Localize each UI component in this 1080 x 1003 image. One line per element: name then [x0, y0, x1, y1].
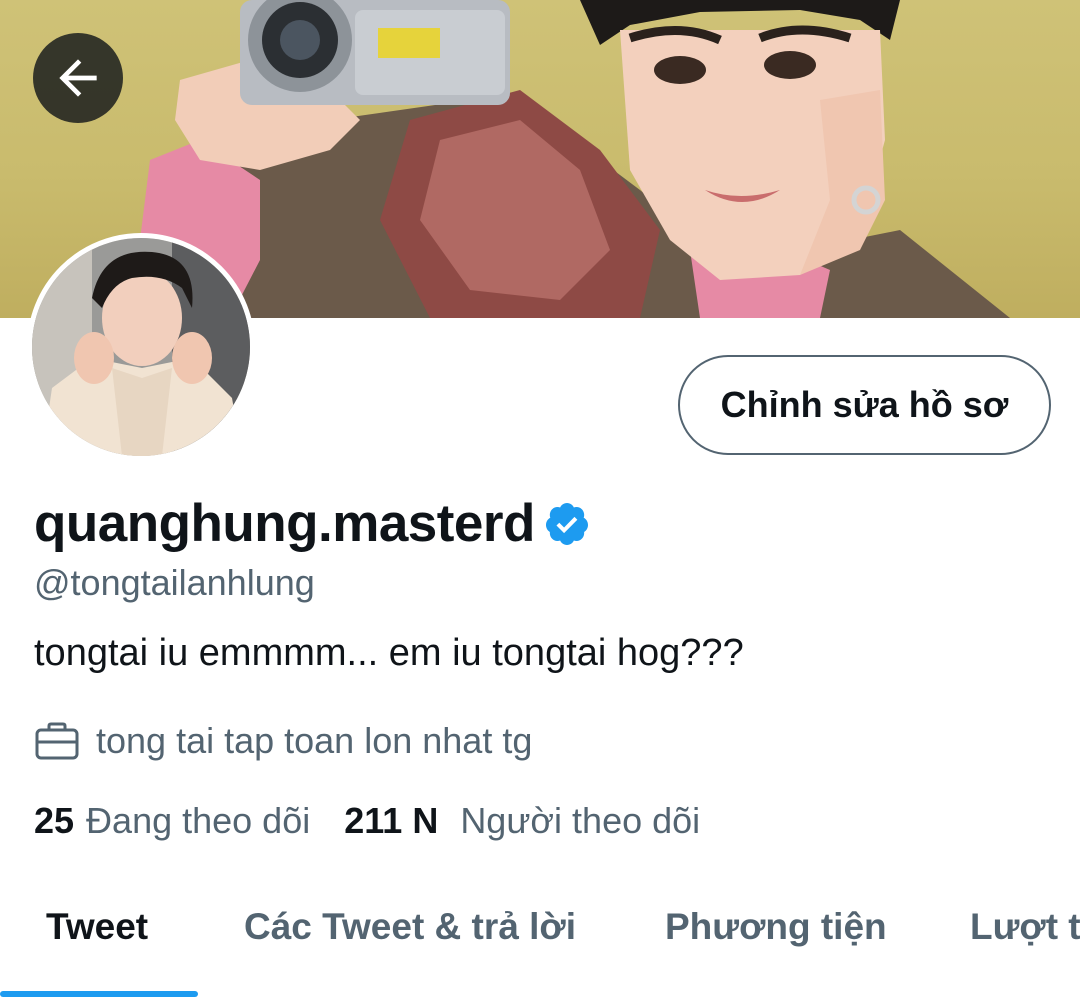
- back-button[interactable]: [33, 33, 123, 123]
- following-link[interactable]: 25 Đang theo dõi: [34, 800, 310, 842]
- tab-likes[interactable]: Lượt thích: [970, 906, 1080, 948]
- display-name: quanghung.masterd: [34, 493, 591, 554]
- followers-label: Người theo dõi: [460, 800, 701, 841]
- tab-media[interactable]: Phương tiện: [665, 906, 887, 948]
- avatar[interactable]: [27, 233, 255, 461]
- profile-category-text: tong tai tap toan lon nhat tg: [96, 720, 533, 761]
- briefcase-icon: [35, 722, 79, 760]
- verified-badge-icon: [545, 502, 588, 545]
- tab-tweets-replies[interactable]: Các Tweet & trả lời: [244, 906, 576, 948]
- followers-link[interactable]: 211 N Người theo dõi: [344, 800, 700, 842]
- arrow-left-icon: [59, 59, 97, 97]
- profile-tabs: Tweet Các Tweet & trả lời Phương tiện Lư…: [0, 880, 1080, 1003]
- followers-count: 211 N: [344, 800, 439, 841]
- profile-handle: @tongtailanhlung: [34, 562, 315, 603]
- active-tab-indicator: [0, 991, 198, 997]
- edit-profile-button[interactable]: Chỉnh sửa hồ sơ: [678, 355, 1051, 455]
- avatar-image: [32, 238, 250, 456]
- display-name-text: quanghung.masterd: [34, 494, 535, 553]
- follow-stats: 25 Đang theo dõi 211 N Người theo dõi: [34, 800, 700, 842]
- profile-bio: tongtai iu emmmm... em iu tongtai hog???: [34, 632, 744, 674]
- tab-tweets[interactable]: Tweet: [46, 906, 148, 948]
- following-count: 25: [34, 800, 75, 841]
- profile-category: tong tai tap toan lon nhat tg: [34, 720, 532, 762]
- following-label: Đang theo dõi: [86, 800, 311, 841]
